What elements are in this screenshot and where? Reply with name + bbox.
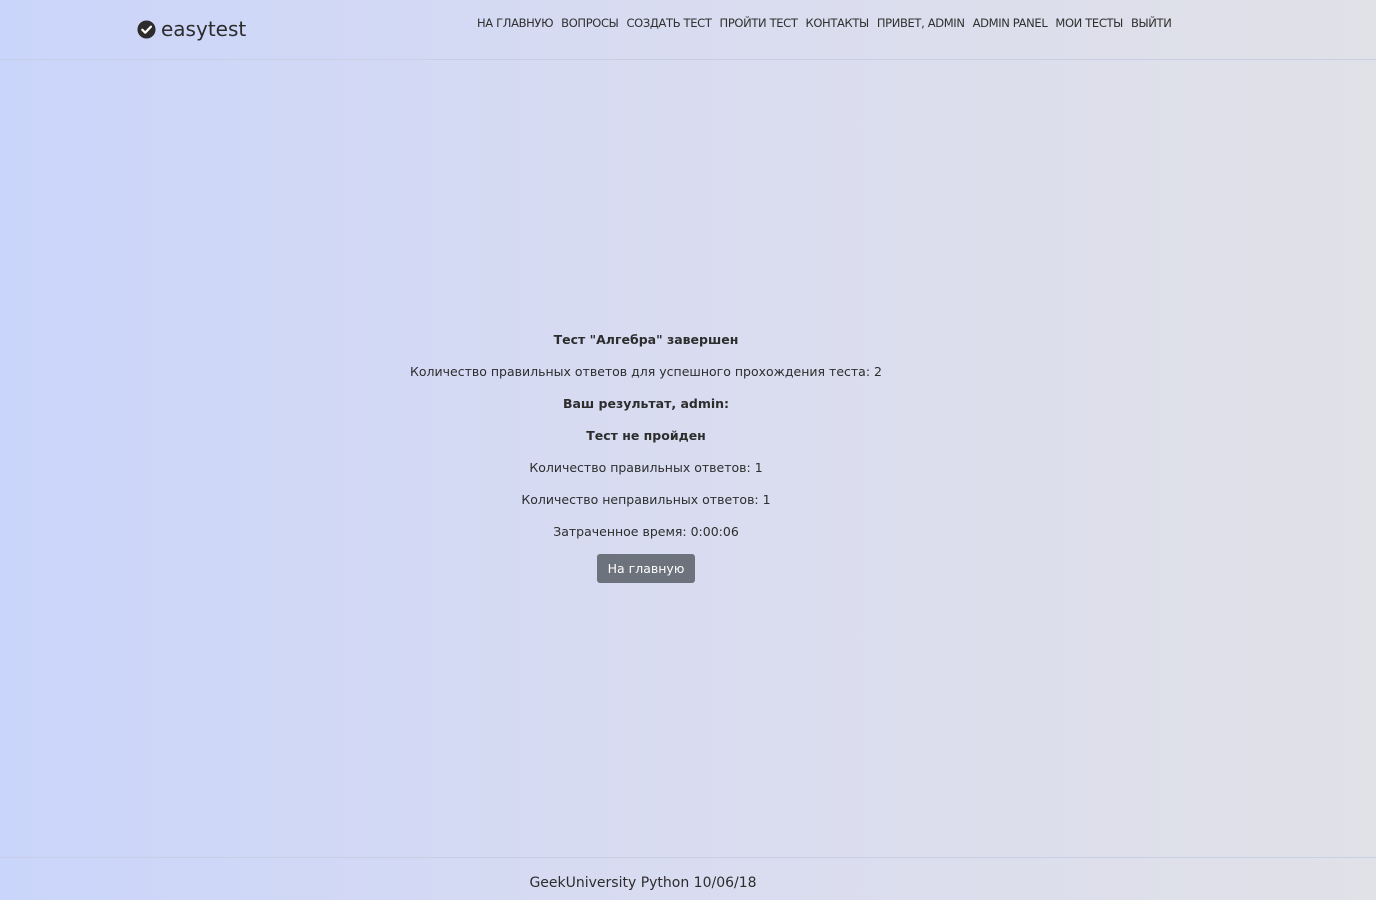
nav-logout[interactable]: ВЫЙТИ	[1131, 14, 1172, 32]
nav-greeting-user[interactable]: ПРИВЕТ, ADMIN	[877, 14, 965, 32]
nav-contacts[interactable]: КОНТАКТЫ	[806, 14, 870, 32]
nav-take-test[interactable]: ПРОЙТИ ТЕСТ	[720, 14, 798, 32]
required-correct-text: Количество правильных ответов для успешн…	[410, 364, 882, 379]
main-nav: НА ГЛАВНУЮ ВОПРОСЫ СОЗДАТЬ ТЕСТ ПРОЙТИ Т…	[477, 14, 1172, 32]
your-result-heading: Ваш результат, admin:	[562, 396, 730, 411]
nav-admin-panel[interactable]: ADMIN PANEL	[973, 14, 1048, 32]
test-result-panel: Тест "Алгебра" завершен Количество прави…	[0, 330, 1292, 583]
brand-name: easytest	[161, 17, 247, 41]
nav-home[interactable]: НА ГЛАВНУЮ	[477, 14, 554, 32]
incorrect-count-text: Количество неправильных ответов: 1	[521, 492, 771, 507]
nav-questions[interactable]: ВОПРОСЫ	[561, 14, 619, 32]
home-button[interactable]: На главную	[596, 554, 696, 583]
correct-count-text: Количество правильных ответов: 1	[529, 460, 763, 475]
result-title: Тест "Алгебра" завершен	[553, 332, 739, 347]
site-footer: GeekUniversity Python 10/06/18	[0, 857, 1376, 900]
check-circle-icon	[137, 19, 156, 39]
site-header: easytest НА ГЛАВНУЮ ВОПРОСЫ СОЗДАТЬ ТЕСТ…	[0, 0, 1376, 60]
result-status: Тест не пройден	[586, 428, 706, 443]
time-spent-text: Затраченное время: 0:00:06	[553, 524, 739, 539]
footer-text: GeekUniversity Python 10/06/18	[529, 875, 757, 891]
nav-my-tests[interactable]: МОИ ТЕСТЫ	[1055, 14, 1123, 32]
brand-logo-link[interactable]: easytest	[137, 15, 246, 43]
nav-create-test[interactable]: СОЗДАТЬ ТЕСТ	[626, 14, 711, 32]
